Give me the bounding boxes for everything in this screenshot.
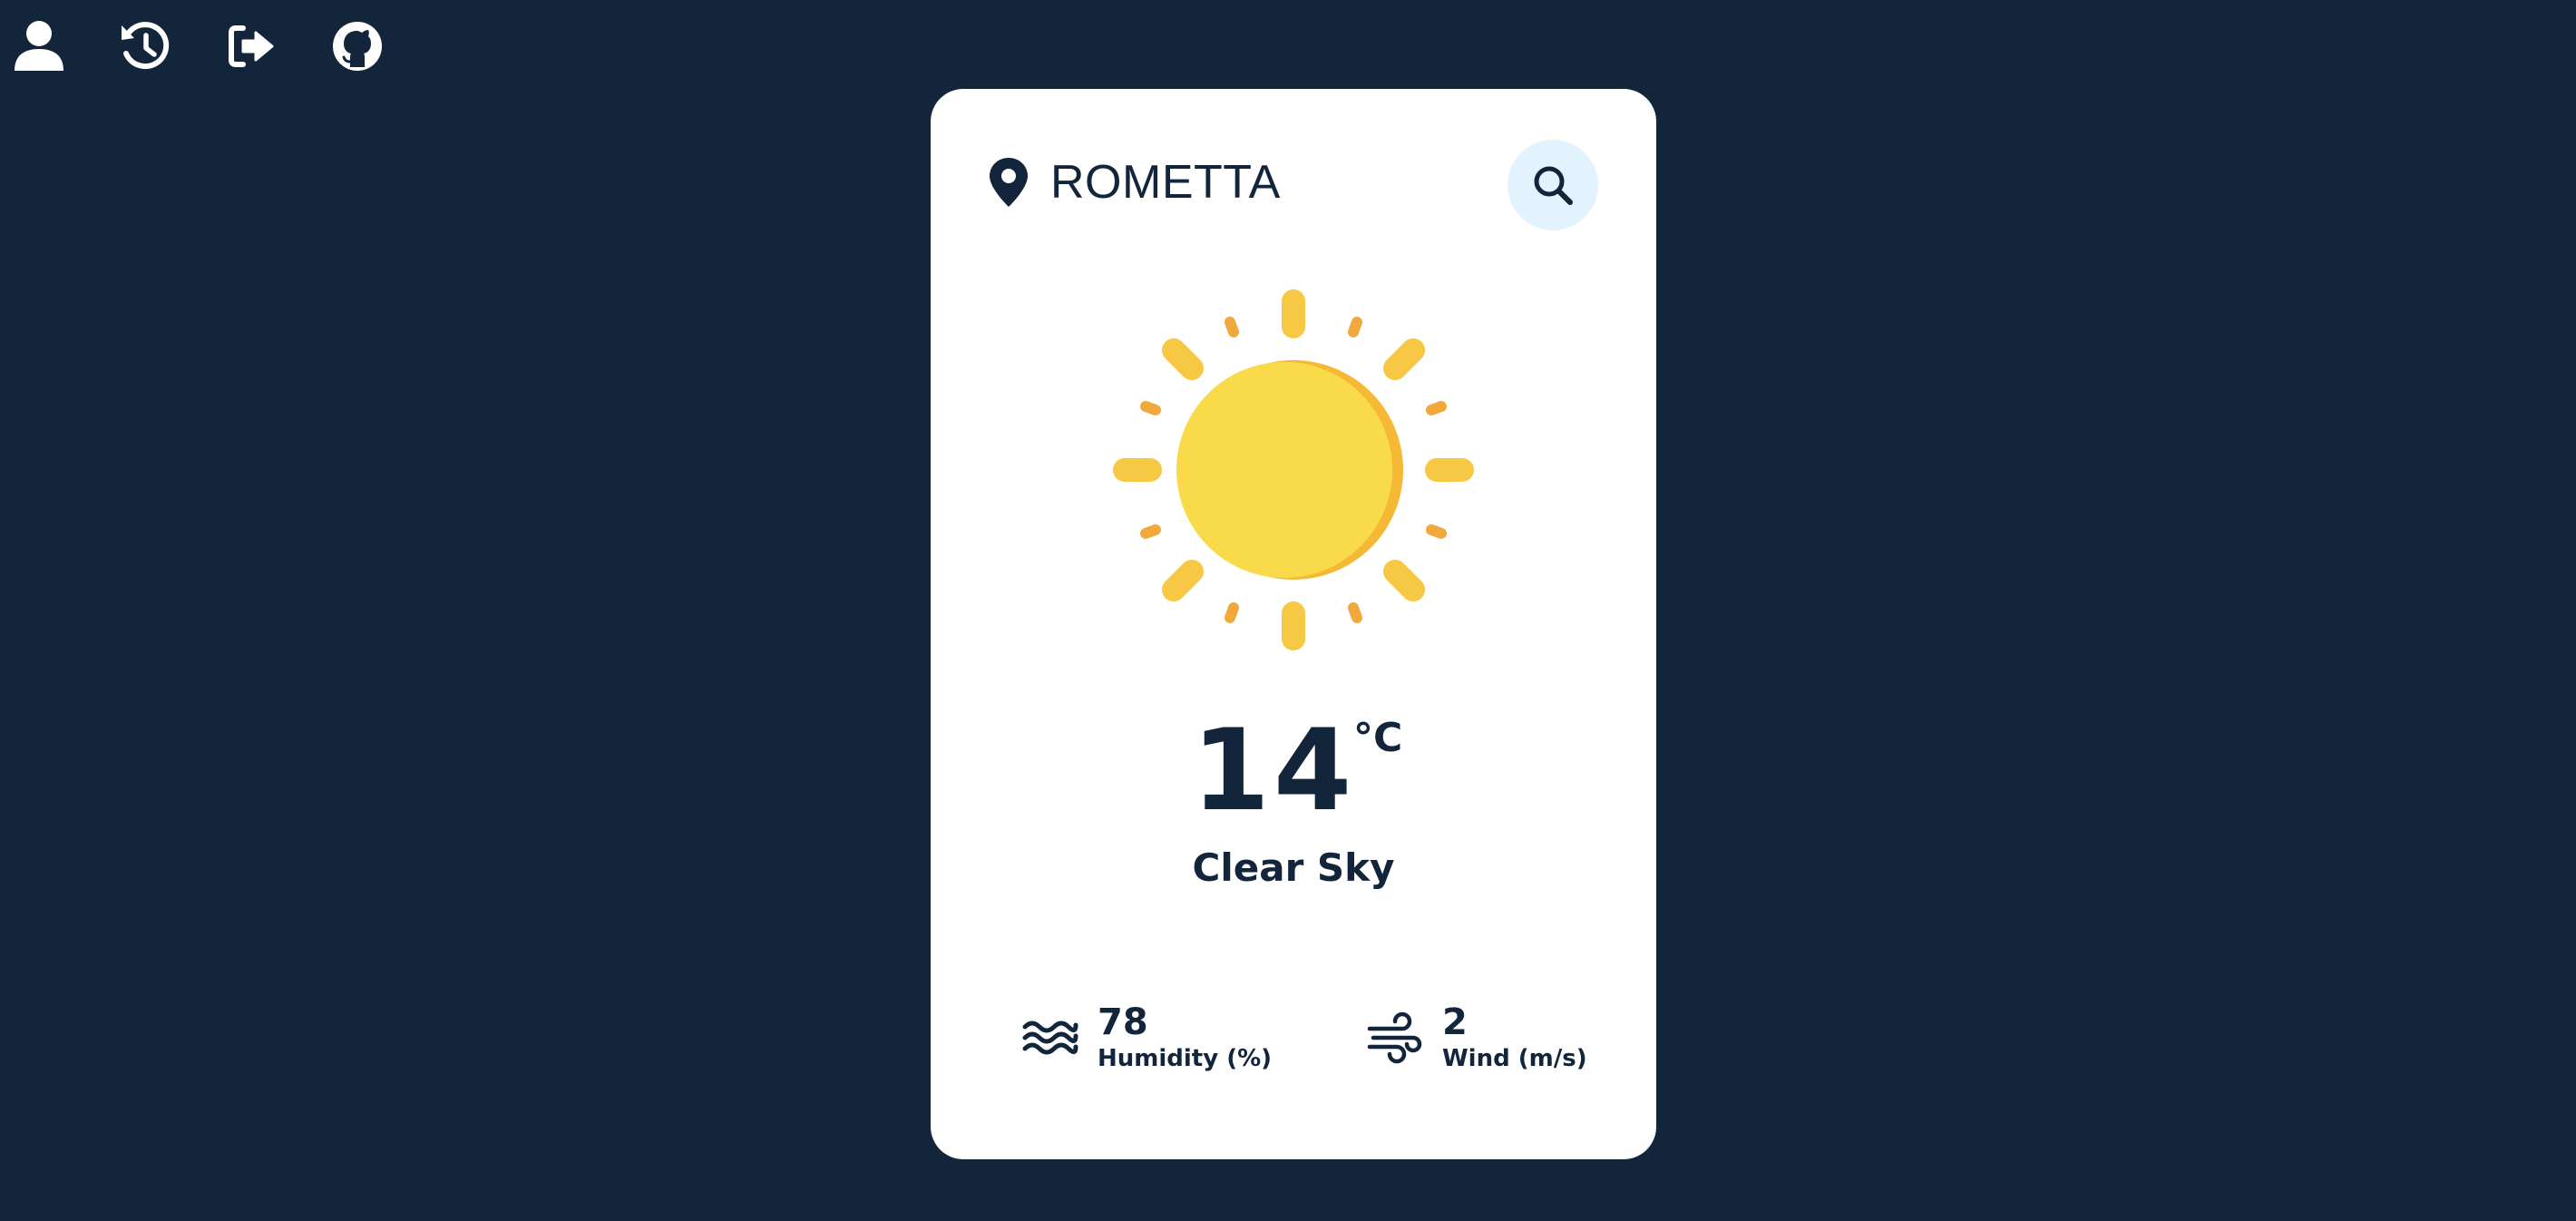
location: ROMETTA: [987, 152, 1281, 212]
wind-icon: [1367, 1011, 1422, 1064]
sun-disc: [1176, 362, 1392, 578]
github-icon: [333, 22, 382, 71]
top-nav: [13, 20, 384, 73]
weather-card: ROMETTA 14 °C Clear Sky 78 Humidity (%) …: [931, 89, 1656, 1159]
humidity-stat: 78 Humidity (%): [1021, 1001, 1272, 1074]
search-icon: [1534, 166, 1573, 205]
history-button[interactable]: [119, 20, 171, 73]
logout-button[interactable]: [225, 20, 278, 73]
profile-button[interactable]: [13, 20, 65, 73]
history-icon: [122, 22, 170, 70]
humidity-value: 78: [1098, 1001, 1148, 1043]
sun-icon: [1113, 289, 1474, 650]
temperature-value: 14: [1191, 706, 1356, 836]
search-button[interactable]: [1508, 140, 1598, 230]
github-button[interactable]: [331, 20, 384, 73]
wind-stat: 2 Wind (m/s): [1366, 1001, 1587, 1074]
user-icon: [15, 21, 63, 71]
weather-condition: Clear Sky: [1192, 845, 1395, 890]
wind-value: 2: [1442, 1001, 1468, 1043]
wind-label: Wind (m/s): [1442, 1045, 1587, 1072]
location-pin-icon: [990, 158, 1028, 207]
temperature-unit: °C: [1353, 715, 1403, 761]
waves-icon: [1022, 1021, 1078, 1055]
temperature: 14 °C: [931, 715, 1656, 827]
logout-icon: [229, 25, 274, 67]
location-name: ROMETTA: [1050, 156, 1281, 209]
humidity-label: Humidity (%): [1098, 1045, 1273, 1072]
